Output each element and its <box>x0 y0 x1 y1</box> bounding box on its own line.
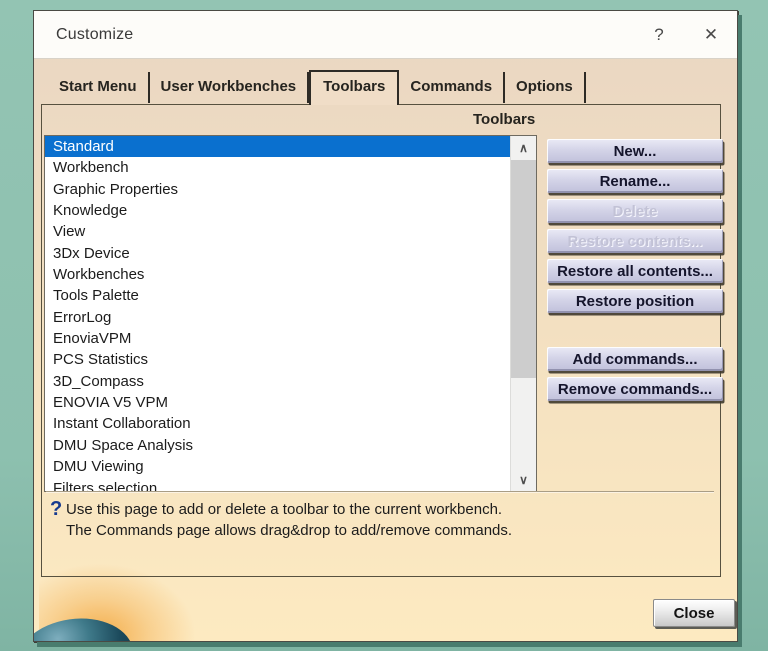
help-separator <box>46 491 714 492</box>
add-commands-button[interactable]: Add commands... <box>547 347 723 371</box>
tab-options[interactable]: Options <box>505 72 586 103</box>
catia-logo-swoosh <box>33 611 139 642</box>
frame-title: Toolbars <box>469 111 539 128</box>
title-bar: Customize ? ✕ <box>34 11 737 59</box>
list-item[interactable]: Instant Collaboration <box>45 413 536 434</box>
close-icon[interactable]: ✕ <box>685 11 737 58</box>
list-item[interactable]: ErrorLog <box>45 307 536 328</box>
list-item[interactable]: Workbenches <box>45 264 536 285</box>
list-scrollbar[interactable]: ∧ ∨ <box>510 136 536 491</box>
help-text-area: ? Use this page to add or delete a toolb… <box>50 499 700 541</box>
list-item[interactable]: View <box>45 221 536 242</box>
tab-strip: Start Menu User Workbenches Toolbars Com… <box>48 72 586 105</box>
list-item-clipped[interactable]: Filters selection <box>45 478 536 493</box>
tab-toolbars[interactable]: Toolbars <box>309 70 399 105</box>
list-item[interactable]: ENOVIA V5 VPM <box>45 392 536 413</box>
help-line-1: Use this page to add or delete a toolbar… <box>66 499 700 520</box>
list-item[interactable]: Tools Palette <box>45 285 536 306</box>
list-item[interactable]: Standard <box>45 136 536 157</box>
restore-all-contents-button[interactable]: Restore all contents... <box>547 259 723 283</box>
close-button[interactable]: Close <box>653 599 735 627</box>
list-item[interactable]: 3Dx Device <box>45 243 536 264</box>
list-item[interactable]: DMU Viewing <box>45 456 536 477</box>
dialog-title: Customize <box>34 26 133 44</box>
tab-user-workbenches[interactable]: User Workbenches <box>150 72 310 103</box>
restore-contents-button: Restore contents... <box>547 229 723 253</box>
list-item[interactable]: EnoviaVPM <box>45 328 536 349</box>
list-item[interactable]: PCS Statistics <box>45 349 536 370</box>
list-item[interactable]: Knowledge <box>45 200 536 221</box>
scroll-down-icon[interactable]: ∨ <box>511 468 536 491</box>
question-mark-icon: ? <box>50 499 62 519</box>
rename-button[interactable]: Rename... <box>547 169 723 193</box>
list-item[interactable]: Graphic Properties <box>45 179 536 200</box>
list-item[interactable]: 3D_Compass <box>45 371 536 392</box>
tab-start-menu[interactable]: Start Menu <box>48 72 150 103</box>
restore-position-button[interactable]: Restore position <box>547 289 723 313</box>
help-icon[interactable]: ? <box>633 11 685 58</box>
delete-button: Delete <box>547 199 723 223</box>
new-button[interactable]: New... <box>547 139 723 163</box>
help-line-2: The Commands page allows drag&drop to ad… <box>66 520 700 541</box>
customize-dialog: Customize ? ✕ Start Menu User Workbenche… <box>33 10 738 642</box>
tab-commands[interactable]: Commands <box>399 72 505 103</box>
remove-commands-button[interactable]: Remove commands... <box>547 377 723 401</box>
list-item[interactable]: DMU Space Analysis <box>45 435 536 456</box>
toolbars-tab-page: Toolbars Standard Workbench Graphic Prop… <box>41 104 721 577</box>
list-item[interactable]: Workbench <box>45 157 536 178</box>
toolbars-listbox[interactable]: Standard Workbench Graphic Properties Kn… <box>44 135 537 492</box>
scrollbar-thumb[interactable] <box>511 160 536 378</box>
scroll-up-icon[interactable]: ∧ <box>511 136 536 159</box>
